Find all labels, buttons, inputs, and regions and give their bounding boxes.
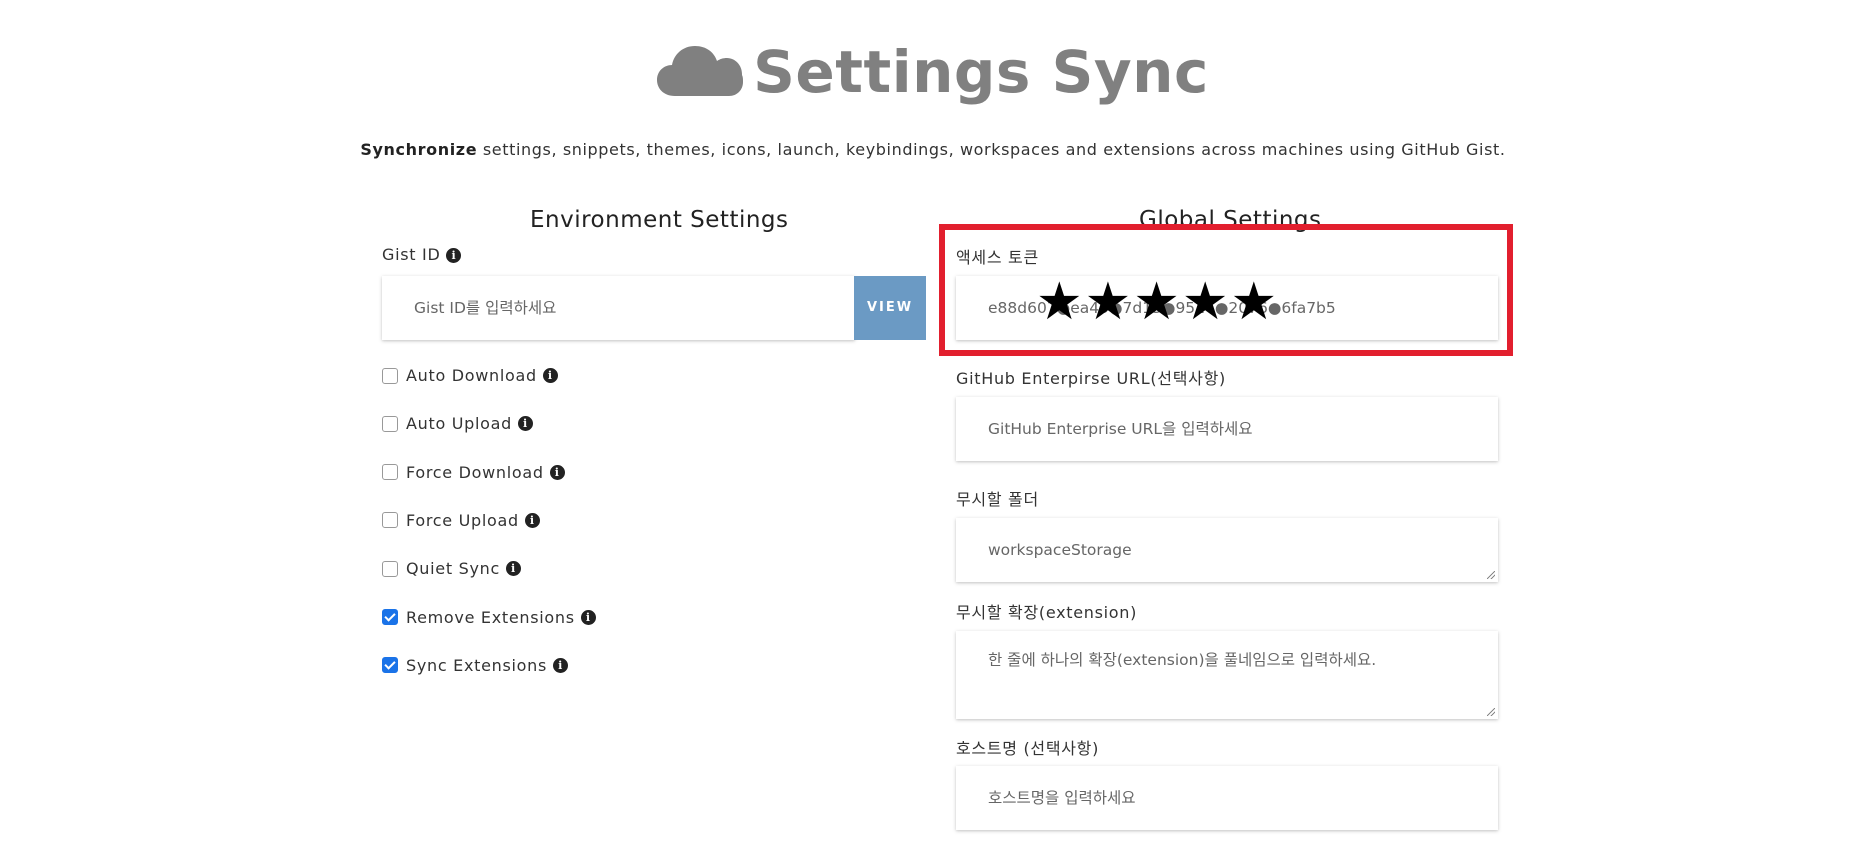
option-label[interactable]: Auto Download — [406, 366, 537, 385]
environment-settings-heading: Environment Settings — [530, 207, 789, 233]
info-icon[interactable]: i — [580, 609, 596, 625]
hostname-placeholder: 호스트명을 입력하세요 — [988, 789, 1136, 807]
option-row[interactable]: Force Upload i — [382, 511, 540, 530]
gist-id-placeholder: Gist ID를 입력하세요 — [414, 299, 557, 317]
header: Settings Sync — [0, 38, 1866, 106]
option-row[interactable]: Quiet Sync i — [382, 559, 521, 578]
resize-handle[interactable] — [1487, 708, 1495, 716]
option-row[interactable]: Sync Extensions i — [382, 656, 569, 675]
redaction-stars: ★★★★★ — [1036, 272, 1280, 332]
info-icon[interactable]: i — [549, 464, 565, 480]
option-row[interactable]: Auto Download i — [382, 366, 558, 385]
page-subtitle: Synchronize settings, snippets, themes, … — [0, 140, 1866, 159]
option-label[interactable]: Quiet Sync — [406, 559, 500, 578]
option-row[interactable]: Auto Upload i — [382, 414, 533, 433]
ignore-folder-value: workspaceStorage — [988, 541, 1132, 559]
global-settings-heading: Global Settings — [1139, 207, 1322, 233]
cloud-icon — [657, 42, 744, 102]
gist-id-input[interactable]: Gist ID를 입력하세요 — [382, 276, 855, 340]
enterprise-url-label: GitHub Enterpirse URL(선택사항) — [956, 369, 1226, 388]
option-checkbox[interactable] — [382, 560, 398, 577]
info-icon[interactable]: i — [446, 248, 462, 263]
resize-handle[interactable] — [1487, 571, 1495, 579]
option-checkbox[interactable] — [382, 512, 398, 529]
option-checkbox[interactable] — [382, 415, 398, 432]
info-icon[interactable]: i — [505, 561, 521, 577]
option-checkbox[interactable] — [382, 609, 398, 625]
option-label[interactable]: Auto Upload — [406, 414, 512, 433]
option-row[interactable]: Force Download i — [382, 463, 565, 482]
ignore-extension-label: 무시할 확장(extension) — [956, 603, 1138, 622]
option-checkbox[interactable] — [382, 657, 398, 674]
gist-id-label: Gist ID i — [382, 245, 462, 264]
view-button[interactable]: VIEW — [854, 276, 926, 340]
option-checkbox[interactable] — [382, 367, 398, 384]
option-label[interactable]: Force Download — [406, 463, 544, 482]
subtitle-rest: settings, snippets, themes, icons, launc… — [477, 140, 1506, 159]
ignore-extension-textarea[interactable]: 한 줄에 하나의 확장(extension)을 풀네임으로 입력하세요. — [956, 631, 1498, 719]
enterprise-url-input[interactable]: GitHub Enterprise URL을 입력하세요 — [956, 397, 1498, 461]
info-icon[interactable]: i — [542, 368, 558, 383]
option-label[interactable]: Sync Extensions — [406, 656, 547, 675]
option-label[interactable]: Remove Extensions — [406, 608, 575, 627]
option-checkbox[interactable] — [382, 464, 398, 481]
access-token-label: 액세스 토큰 — [956, 248, 1039, 267]
hostname-label: 호스트명 (선택사항) — [956, 739, 1100, 758]
page-title: Settings Sync — [753, 38, 1209, 106]
subtitle-bold: Synchronize — [360, 140, 478, 159]
option-row[interactable]: Remove Extensions i — [382, 608, 596, 627]
option-label[interactable]: Force Upload — [406, 511, 519, 530]
info-icon[interactable]: i — [524, 512, 540, 528]
ignore-folder-textarea[interactable]: workspaceStorage — [956, 518, 1498, 582]
info-icon[interactable]: i — [518, 416, 533, 432]
gist-id-label-text: Gist ID — [382, 245, 441, 264]
ignore-folder-label: 무시할 폴더 — [956, 490, 1039, 509]
hostname-input[interactable]: 호스트명을 입력하세요 — [956, 766, 1498, 830]
info-icon[interactable]: i — [553, 657, 569, 673]
enterprise-url-placeholder: GitHub Enterprise URL을 입력하세요 — [988, 420, 1253, 438]
ignore-extension-placeholder: 한 줄에 하나의 확장(extension)을 풀네임으로 입력하세요. — [988, 651, 1377, 669]
